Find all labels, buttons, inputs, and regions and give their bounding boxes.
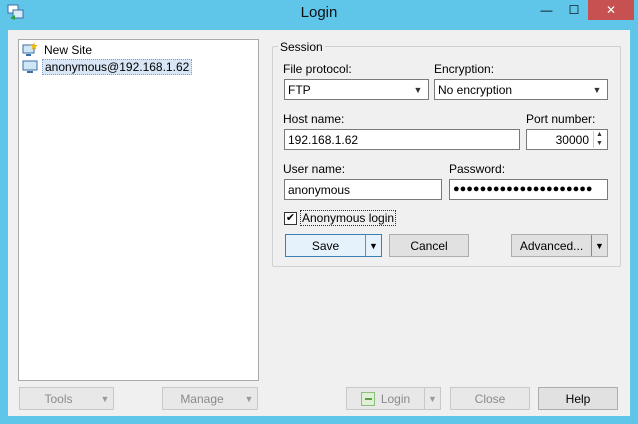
file-protocol-value: FTP xyxy=(288,82,311,97)
host-name-label: Host name: xyxy=(283,112,345,126)
dialog-client-area: New Site anonymous@192.168.1.62 Session … xyxy=(8,30,630,416)
maximize-icon: ☐ xyxy=(568,3,580,17)
close-button[interactable]: Close xyxy=(450,387,530,410)
tree-item-label: anonymous@192.168.1.62 xyxy=(42,59,193,75)
advanced-button[interactable]: Advanced... ▼ xyxy=(511,234,608,257)
user-name-label: User name: xyxy=(283,162,346,176)
chevron-down-icon: ▼ xyxy=(413,84,423,95)
tree-item-saved-site[interactable]: anonymous@192.168.1.62 xyxy=(22,59,193,75)
file-protocol-label: File protocol: xyxy=(283,62,352,76)
manage-dropdown-arrow-icon: ▼ xyxy=(244,393,254,404)
login-label: Login xyxy=(380,391,411,406)
close-icon: ✕ xyxy=(605,3,617,17)
close-label: Close xyxy=(474,391,506,406)
help-label: Help xyxy=(565,391,591,406)
advanced-label: Advanced... xyxy=(519,238,584,253)
title-bar[interactable]: Login — ☐ ✕ xyxy=(0,0,638,30)
port-number-input[interactable]: 30000 ▲ ▼ xyxy=(526,129,608,150)
manage-button[interactable]: Manage ▼ xyxy=(162,387,258,410)
login-icon xyxy=(360,391,375,406)
tools-button[interactable]: Tools ▼ xyxy=(19,387,114,410)
save-dropdown-arrow-icon[interactable]: ▼ xyxy=(365,235,381,256)
password-label: Password: xyxy=(449,162,506,176)
port-number-label: Port number: xyxy=(526,112,596,126)
login-button[interactable]: Login ▼ xyxy=(346,387,441,410)
tree-item-new-site[interactable]: New Site xyxy=(22,42,94,58)
manage-label: Manage xyxy=(180,391,224,406)
tree-item-label: New Site xyxy=(44,43,93,57)
cancel-label: Cancel xyxy=(410,238,448,253)
minimize-button[interactable]: — xyxy=(533,0,560,20)
session-group: Session File protocol: FTP ▼ Encryption:… xyxy=(272,40,621,267)
tools-dropdown-arrow-icon: ▼ xyxy=(100,393,110,404)
encryption-value: No encryption xyxy=(438,82,513,97)
host-name-input[interactable]: 192.168.1.62 xyxy=(284,129,520,150)
save-label: Save xyxy=(311,238,340,253)
computer-icon xyxy=(22,60,38,73)
close-window-button[interactable]: ✕ xyxy=(588,0,634,20)
login-dropdown-arrow-icon[interactable]: ▼ xyxy=(424,388,440,409)
anonymous-login-checkbox[interactable]: ✔ Anonymous login xyxy=(284,210,397,226)
encryption-label: Encryption: xyxy=(434,62,495,76)
chevron-down-icon: ▼ xyxy=(592,84,602,95)
encryption-select[interactable]: No encryption ▼ xyxy=(434,79,608,100)
cancel-button[interactable]: Cancel xyxy=(389,234,469,257)
port-number-value: 30000 xyxy=(555,133,589,147)
anonymous-login-label: Anonymous login xyxy=(300,210,397,226)
spin-down-icon[interactable]: ▼ xyxy=(594,140,605,149)
new-site-icon xyxy=(22,42,38,56)
minimize-icon: — xyxy=(540,3,553,17)
checkbox-checked-icon[interactable]: ✔ xyxy=(284,211,297,225)
port-spinner[interactable]: ▲ ▼ xyxy=(593,131,605,148)
login-window: Login — ☐ ✕ New Site anonymous@192.168.1… xyxy=(0,0,638,424)
maximize-button[interactable]: ☐ xyxy=(561,0,587,20)
save-button[interactable]: Save ▼ xyxy=(285,234,382,257)
password-input[interactable]: ●●●●●●●●●●●●●●●●●●●●● xyxy=(449,179,608,200)
help-button[interactable]: Help xyxy=(538,387,618,410)
site-tree[interactable]: New Site anonymous@192.168.1.62 xyxy=(18,39,259,381)
session-group-title: Session xyxy=(278,40,325,54)
file-protocol-select[interactable]: FTP ▼ xyxy=(284,79,429,100)
tools-label: Tools xyxy=(44,391,73,406)
spin-up-icon[interactable]: ▲ xyxy=(594,131,605,140)
user-name-input[interactable]: anonymous xyxy=(284,179,442,200)
advanced-dropdown-arrow-icon[interactable]: ▼ xyxy=(591,235,607,256)
